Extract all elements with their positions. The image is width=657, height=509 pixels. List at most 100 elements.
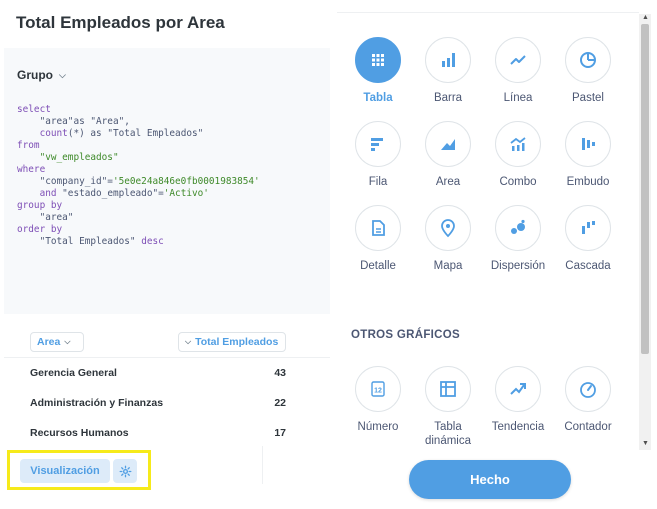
waterfall-icon: [578, 218, 598, 238]
table-row: Gerencia General 43: [4, 360, 330, 388]
sql-token: "company_id"=: [17, 176, 113, 187]
viz-option-label: Tabla: [363, 92, 393, 104]
viz-option-circle[interactable]: [425, 205, 471, 251]
table-cell-area: Administración y Finanzas: [30, 397, 164, 409]
column-header-area[interactable]: Area ⌵: [30, 332, 84, 352]
viz-option-embudo[interactable]: Embudo: [556, 121, 620, 189]
area-icon: [438, 134, 458, 154]
sql-token: and: [39, 188, 57, 199]
scrollbar[interactable]: ▲ ▼: [639, 14, 651, 450]
viz-option-l-nea[interactable]: Línea: [486, 37, 550, 105]
gauge-icon: [578, 379, 598, 399]
viz-option-fila[interactable]: Fila: [346, 121, 410, 189]
viz-option-label: Area: [435, 176, 461, 188]
viz-option-label: Detalle: [360, 260, 396, 272]
sql-token: 'Activo': [163, 188, 209, 199]
sql-token: (*) as "Total Empleados": [67, 128, 204, 139]
viz-option-contador[interactable]: Contador: [556, 366, 620, 434]
combo-icon: [508, 134, 528, 154]
viz-option-label: Pastel: [572, 92, 604, 104]
row-icon: [368, 134, 388, 154]
viz-option-circle[interactable]: [495, 205, 541, 251]
viz-option-label: Dispersión: [490, 260, 546, 272]
viz-option-label: Embudo: [566, 176, 610, 188]
table-row: Administración y Finanzas 22: [4, 390, 330, 418]
viz-option-combo[interactable]: Combo: [486, 121, 550, 189]
viz-option-tendencia[interactable]: Tendencia: [486, 366, 550, 434]
viz-option-circle[interactable]: [495, 37, 541, 83]
sql-token: "area"as "Area",: [17, 116, 130, 127]
viz-option-label: Cascada: [565, 260, 611, 272]
grupo-dropdown[interactable]: Grupo ⌵: [17, 68, 66, 82]
divider: [337, 12, 639, 13]
sql-token: "area": [17, 212, 74, 223]
done-button[interactable]: Hecho: [409, 460, 571, 499]
line-icon: [508, 50, 528, 70]
table-cell-area: Recursos Humanos: [30, 427, 129, 439]
viz-option-pastel[interactable]: Pastel: [556, 37, 620, 105]
divider: [262, 446, 263, 484]
viz-option-circle[interactable]: [565, 37, 611, 83]
gear-icon: [119, 465, 132, 478]
viz-option-label: Contador: [564, 421, 612, 433]
column-header-total[interactable]: ⌵ Total Empleados: [178, 332, 286, 352]
viz-option-circle[interactable]: [425, 37, 471, 83]
viz-option-area[interactable]: Area: [416, 121, 480, 189]
viz-option-circle[interactable]: [495, 366, 541, 412]
visualization-highlight: Visualización: [7, 450, 151, 490]
sql-line: order by: [17, 224, 327, 236]
viz-option-label: Tabla dinámica: [424, 421, 472, 447]
viz-option-circle[interactable]: [565, 366, 611, 412]
sql-token: "estado_empleado"=: [56, 188, 164, 199]
pie-icon: [578, 50, 598, 70]
svg-text:12: 12: [374, 388, 382, 395]
viz-option-circle[interactable]: [355, 205, 401, 251]
sql-code[interactable]: select "area"as "Area", count(*) as "Tot…: [17, 104, 327, 248]
table-cell-total: 43: [274, 367, 286, 379]
viz-option-barra[interactable]: Barra: [416, 37, 480, 105]
sql-token: count: [39, 128, 68, 139]
page-title: Total Empleados por Area: [16, 13, 225, 32]
viz-option-label: Barra: [433, 92, 463, 104]
settings-button[interactable]: [113, 459, 137, 483]
visualization-picker: Tabla Barra Línea Pastel Fila Area Combo Embudo…: [337, 0, 657, 509]
table-cell-area: Gerencia General: [30, 367, 117, 379]
viz-option-label: Fila: [368, 176, 388, 188]
viz-option-circle[interactable]: [565, 205, 611, 251]
viz-option-circle[interactable]: [425, 366, 471, 412]
viz-option-circle[interactable]: 12: [355, 366, 401, 412]
table-row: Recursos Humanos 17: [4, 420, 330, 448]
sql-token: group by: [17, 200, 63, 211]
scroll-up-icon[interactable]: ▲: [642, 14, 649, 21]
viz-option-circle[interactable]: [425, 121, 471, 167]
viz-option-n-mero[interactable]: 12 Número: [346, 366, 410, 434]
viz-option-mapa[interactable]: Mapa: [416, 205, 480, 273]
viz-option-circle[interactable]: [565, 121, 611, 167]
scatter-icon: [508, 218, 528, 238]
viz-option-tabla-din-mica[interactable]: Tabla dinámica: [416, 366, 480, 448]
trend-icon: [508, 379, 528, 399]
viz-option-dispersi-n[interactable]: Dispersión: [486, 205, 550, 273]
viz-option-tabla[interactable]: Tabla: [346, 37, 410, 105]
viz-option-circle[interactable]: [495, 121, 541, 167]
visualization-button[interactable]: Visualización: [20, 459, 110, 483]
query-panel: Total Empleados por Area Grupo ⌵ select …: [0, 0, 332, 509]
viz-option-detalle[interactable]: Detalle: [346, 205, 410, 273]
sql-editor[interactable]: Grupo ⌵ select "area"as "Area", count(*)…: [4, 48, 330, 314]
sql-token: "Total Empleados": [17, 236, 142, 247]
detail-icon: [368, 218, 388, 238]
viz-option-cascada[interactable]: Cascada: [556, 205, 620, 273]
viz-option-circle[interactable]: [355, 121, 401, 167]
scrollbar-thumb[interactable]: [641, 24, 649, 354]
scroll-down-icon[interactable]: ▼: [642, 440, 649, 447]
viz-option-circle[interactable]: [355, 37, 401, 83]
viz-option-label: Línea: [503, 92, 533, 104]
viz-option-label: Combo: [499, 176, 537, 188]
viz-option-label: Tendencia: [491, 421, 545, 433]
sql-line: group by: [17, 200, 327, 212]
sql-token: '5e0e24a846e0fb0001983854': [112, 176, 260, 187]
grupo-label: Grupo: [17, 68, 53, 82]
sql-line: count(*) as "Total Empleados": [17, 128, 327, 140]
